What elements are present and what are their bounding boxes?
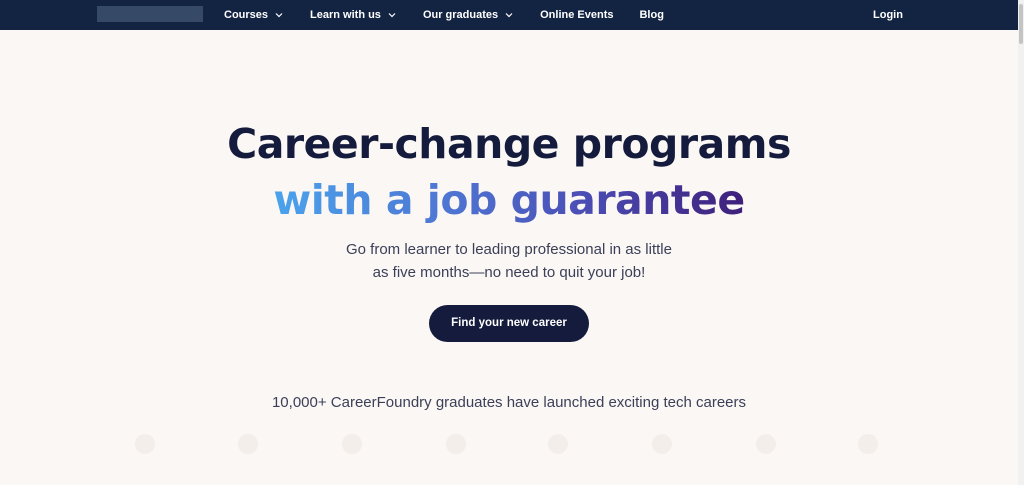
employer-logo bbox=[756, 434, 776, 454]
top-navbar: Courses Learn with us Our graduates Onli… bbox=[0, 0, 1018, 30]
scrollbar-thumb[interactable] bbox=[1019, 4, 1023, 44]
chevron-down-icon bbox=[505, 13, 513, 18]
nav-item-label: Online Events bbox=[540, 9, 614, 21]
employer-logo bbox=[858, 434, 878, 454]
scrollbar[interactable] bbox=[1018, 0, 1024, 485]
nav-item-label: Our graduates bbox=[422, 9, 499, 21]
employer-logo bbox=[135, 434, 155, 454]
hero-subtitle-line2: as five months—no need to quit your job! bbox=[372, 264, 646, 281]
hero-headline-line2: with a job guarantee bbox=[273, 172, 745, 228]
nav-item-label: Learn with us bbox=[310, 9, 381, 21]
hero-headline-line1: Career-change programs bbox=[227, 120, 791, 168]
employer-logo bbox=[238, 434, 258, 454]
nav-item-courses[interactable]: Courses bbox=[224, 9, 284, 21]
login-link[interactable]: Login bbox=[873, 0, 903, 30]
nav-item-our-graduates[interactable]: Our graduates bbox=[423, 9, 514, 21]
hero-section: Career-change programs with a job guaran… bbox=[0, 30, 1018, 411]
nav-item-label: Blog bbox=[639, 9, 664, 21]
find-career-button[interactable]: Find your new career bbox=[429, 305, 589, 342]
nav-item-label: Courses bbox=[224, 9, 269, 21]
employer-logos-row bbox=[0, 434, 1018, 454]
graduates-statement: 10,000+ CareerFoundry graduates have lau… bbox=[271, 394, 747, 411]
employer-logo bbox=[652, 434, 672, 454]
nav-item-blog[interactable]: Blog bbox=[639, 9, 663, 21]
hero-subtitle: Go from learner to leading professional … bbox=[0, 238, 1018, 284]
hero-subtitle-line1: Go from learner to leading professional … bbox=[345, 241, 672, 258]
nav-menu: Courses Learn with us Our graduates Onli… bbox=[224, 0, 690, 30]
chevron-down-icon bbox=[388, 13, 396, 18]
nav-item-learn-with-us[interactable]: Learn with us bbox=[310, 9, 397, 21]
employer-logo bbox=[548, 434, 568, 454]
employer-logo bbox=[342, 434, 362, 454]
site-logo[interactable] bbox=[97, 6, 203, 22]
employer-logo bbox=[446, 434, 466, 454]
nav-item-online-events[interactable]: Online Events bbox=[540, 9, 613, 21]
chevron-down-icon bbox=[275, 13, 283, 18]
